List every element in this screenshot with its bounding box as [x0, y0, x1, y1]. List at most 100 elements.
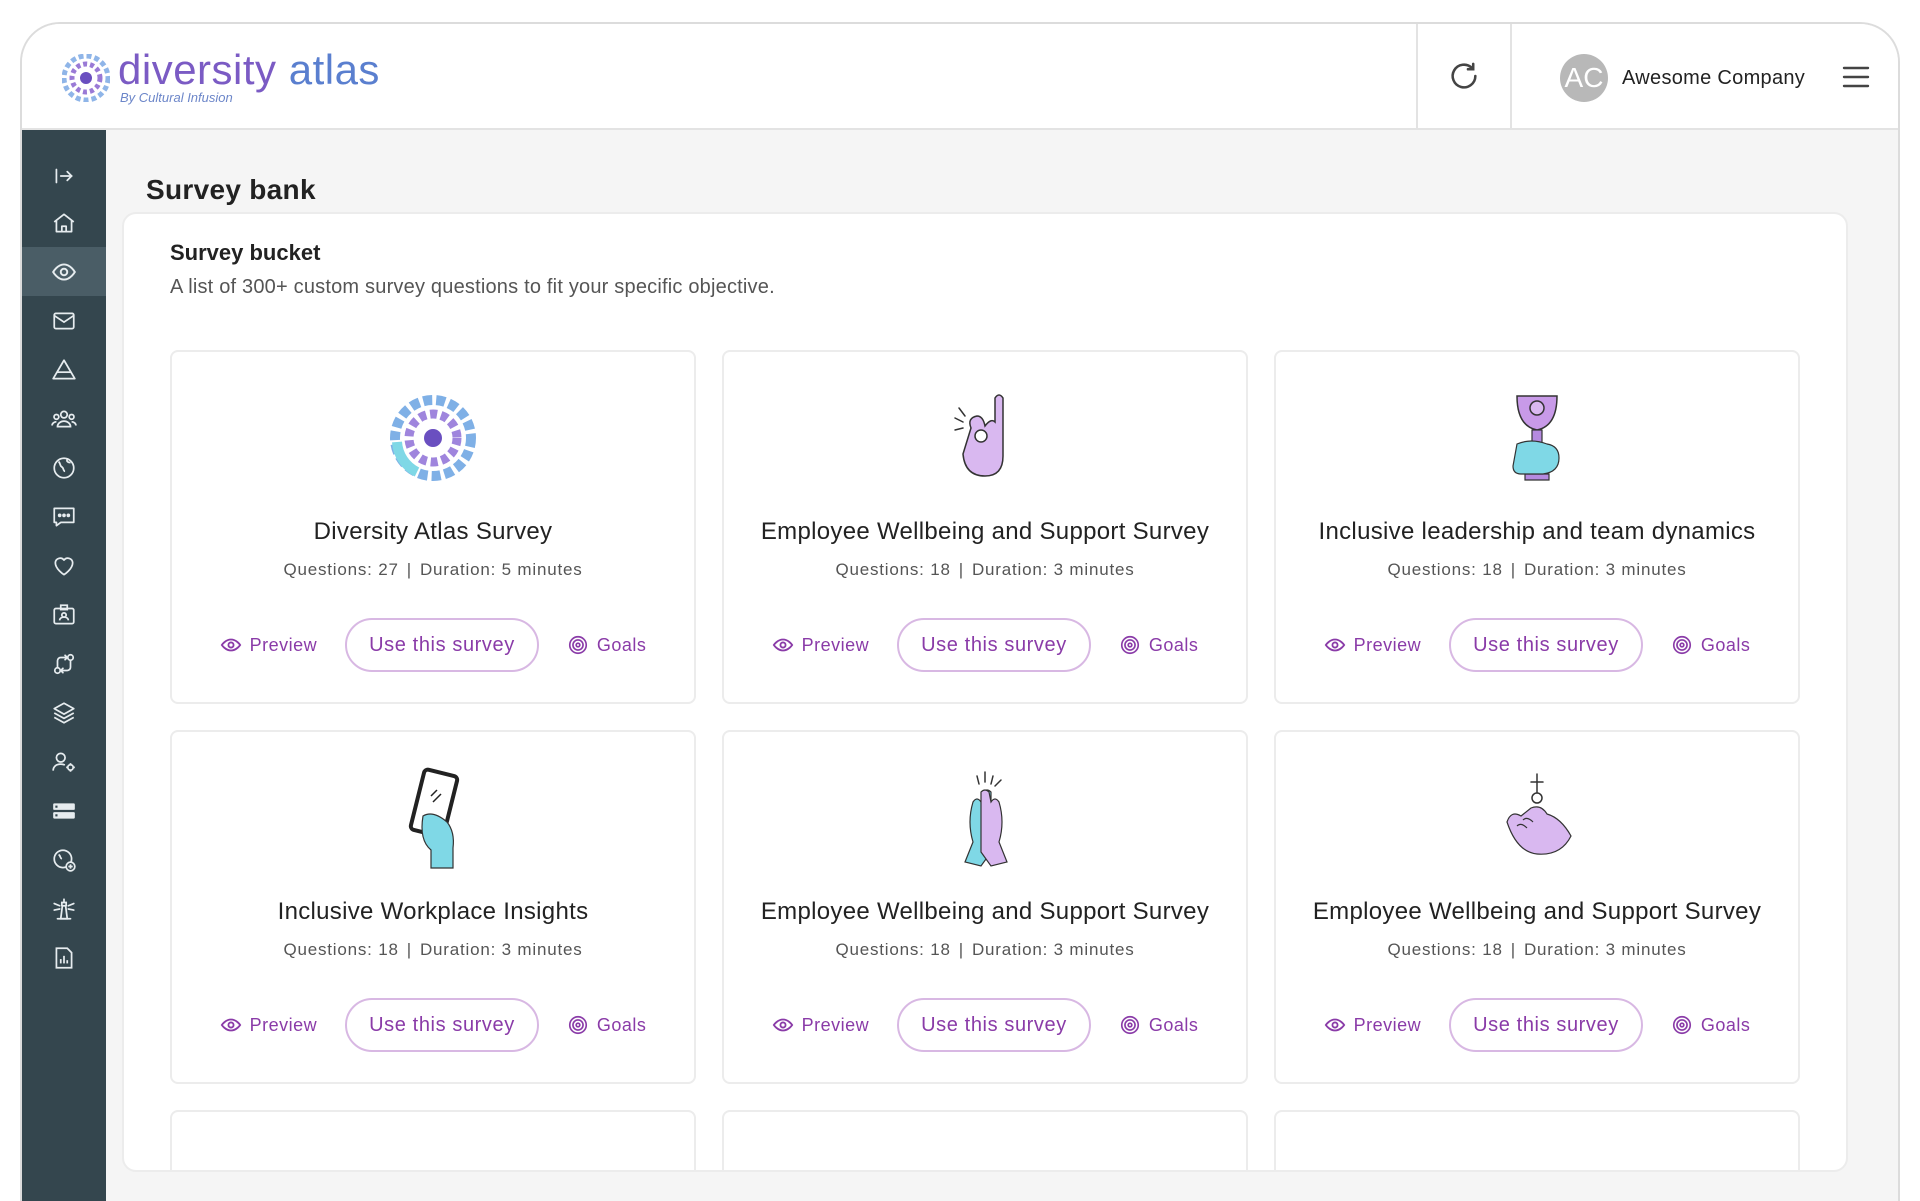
goals-button[interactable]: Goals	[1671, 634, 1751, 656]
preview-label: Preview	[1353, 1014, 1422, 1035]
user-settings-icon	[52, 751, 75, 772]
survey-duration: Duration: 5 minutes	[419, 560, 583, 579]
use-survey-button[interactable]: Use this survey	[345, 618, 539, 672]
survey-title: Employee Wellbeing and Support Survey	[760, 898, 1210, 925]
sidebar-item-mail[interactable]	[22, 296, 106, 345]
target-icon	[1672, 635, 1691, 655]
home-icon	[53, 212, 75, 233]
target-icon	[1120, 1015, 1139, 1035]
account-name: Awesome Company	[1622, 66, 1806, 89]
sidebar-item-user-settings[interactable]	[22, 737, 106, 786]
sidebar-item-storage[interactable]	[22, 786, 106, 835]
survey-meta: Questions: 27 | Duration: 5 minutes	[283, 560, 583, 579]
survey-title: Inclusive leadership and team dynamics	[1318, 518, 1756, 545]
target-icon	[568, 1015, 587, 1035]
survey-card-partial[interactable]	[170, 1110, 696, 1170]
layers-icon	[53, 701, 75, 724]
survey-actions: Preview Use this survey Goals	[724, 618, 1246, 672]
preview-button[interactable]: Preview	[772, 634, 870, 656]
goals-button[interactable]: Goals	[1119, 1014, 1199, 1036]
sidebar-item-global-add[interactable]	[22, 835, 106, 884]
storage-icon	[53, 802, 75, 819]
diversity-atlas-logo-icon	[390, 395, 476, 481]
goals-label: Goals	[1148, 634, 1199, 655]
sidebar-expand-button[interactable]	[22, 154, 106, 198]
workflow-icon	[53, 653, 75, 674]
survey-card-partial[interactable]	[722, 1110, 1248, 1170]
goals-label: Goals	[1700, 634, 1751, 655]
sidebar-item-people[interactable]	[22, 394, 106, 443]
survey-card: Employee Wellbeing and Support Survey Qu…	[722, 730, 1248, 1084]
globe-icon	[53, 456, 75, 479]
refresh-button[interactable]	[1416, 24, 1512, 128]
sidebar-item-reports[interactable]	[22, 933, 106, 982]
survey-duration: Duration: 3 minutes	[1523, 940, 1687, 959]
sidebar-item-surveys[interactable]	[22, 247, 106, 296]
ok-hand-icon	[954, 394, 1004, 477]
survey-title: Employee Wellbeing and Support Survey	[1312, 898, 1762, 925]
app-window: diversity atlas By Cultural Infusion AC …	[20, 22, 1900, 1201]
use-survey-button[interactable]: Use this survey	[345, 998, 539, 1052]
goals-button[interactable]: Goals	[1119, 634, 1199, 656]
eye-icon	[220, 638, 241, 652]
goals-button[interactable]: Goals	[1671, 1014, 1751, 1036]
goals-button[interactable]: Goals	[567, 1014, 647, 1036]
survey-questions: Questions: 18	[1387, 940, 1503, 959]
sidebar-item-globe[interactable]	[22, 443, 106, 492]
refresh-icon	[1451, 62, 1477, 89]
goals-button[interactable]: Goals	[567, 634, 647, 656]
survey-duration: Duration: 3 minutes	[971, 560, 1135, 579]
eye-icon	[772, 1018, 793, 1032]
report-icon	[55, 946, 73, 969]
eye-icon	[1324, 638, 1345, 652]
chat-icon	[53, 506, 75, 527]
use-survey-button[interactable]: Use this survey	[1449, 618, 1643, 672]
goals-label: Goals	[1148, 1014, 1199, 1035]
sidebar-item-wellbeing[interactable]	[22, 541, 106, 590]
survey-card-partial[interactable]	[1274, 1110, 1800, 1170]
survey-actions: Preview Use this survey Goals	[724, 998, 1246, 1052]
survey-title: Employee Wellbeing and Support Survey	[760, 518, 1210, 545]
target-icon	[1672, 1015, 1691, 1035]
eye-icon	[1324, 1018, 1345, 1032]
page-title: Survey bank	[146, 174, 316, 205]
survey-duration: Duration: 3 minutes	[971, 940, 1135, 959]
heart-icon	[54, 556, 74, 576]
eye-icon	[52, 262, 76, 281]
survey-card: Inclusive Workplace Insights Questions: …	[170, 730, 696, 1084]
survey-title: Inclusive Workplace Insights	[277, 898, 589, 925]
use-survey-button[interactable]: Use this survey	[897, 998, 1091, 1052]
avatar: AC	[1560, 54, 1608, 102]
sidebar-item-lighthouse[interactable]	[22, 884, 106, 933]
use-survey-button[interactable]: Use this survey	[897, 618, 1091, 672]
target-icon	[1120, 635, 1139, 655]
sidebar-item-messages[interactable]	[22, 492, 106, 541]
triangle-icon	[52, 358, 76, 380]
sidebar-item-home[interactable]	[22, 198, 106, 247]
hamburger-menu-icon[interactable]	[1840, 62, 1872, 92]
brand-logo[interactable]: diversity atlas By Cultural Infusion	[62, 48, 380, 105]
survey-actions: Preview Use this survey Goals	[1276, 998, 1798, 1052]
survey-meta: Questions: 18 | Duration: 3 minutes	[835, 560, 1135, 579]
use-survey-button[interactable]: Use this survey	[1449, 998, 1643, 1052]
preview-button[interactable]: Preview	[772, 1014, 870, 1036]
survey-card: Inclusive leadership and team dynamics Q…	[1274, 350, 1800, 704]
preview-button[interactable]: Preview	[220, 1014, 318, 1036]
sidebar-item-layers[interactable]	[22, 688, 106, 737]
account-menu[interactable]: AC Awesome Company	[1560, 54, 1805, 102]
preview-button[interactable]: Preview	[220, 634, 318, 656]
preview-button[interactable]: Preview	[1324, 1014, 1422, 1036]
sidebar-item-workflow[interactable]	[22, 639, 106, 688]
phone-hand-icon	[408, 767, 460, 869]
survey-questions: Questions: 27	[283, 560, 399, 579]
survey-meta: Questions: 18 | Duration: 3 minutes	[283, 940, 583, 959]
survey-card: Employee Wellbeing and Support Survey Qu…	[722, 350, 1248, 704]
preview-label: Preview	[801, 1014, 870, 1035]
bucket-subtitle: A list of 300+ custom survey questions t…	[170, 276, 775, 298]
hand-holding-icon	[1506, 773, 1572, 855]
sidebar-item-analytics[interactable]	[22, 345, 106, 394]
sidebar-item-badge[interactable]	[22, 590, 106, 639]
survey-questions: Questions: 18	[283, 940, 399, 959]
preview-button[interactable]: Preview	[1324, 634, 1422, 656]
mail-icon	[53, 312, 75, 329]
